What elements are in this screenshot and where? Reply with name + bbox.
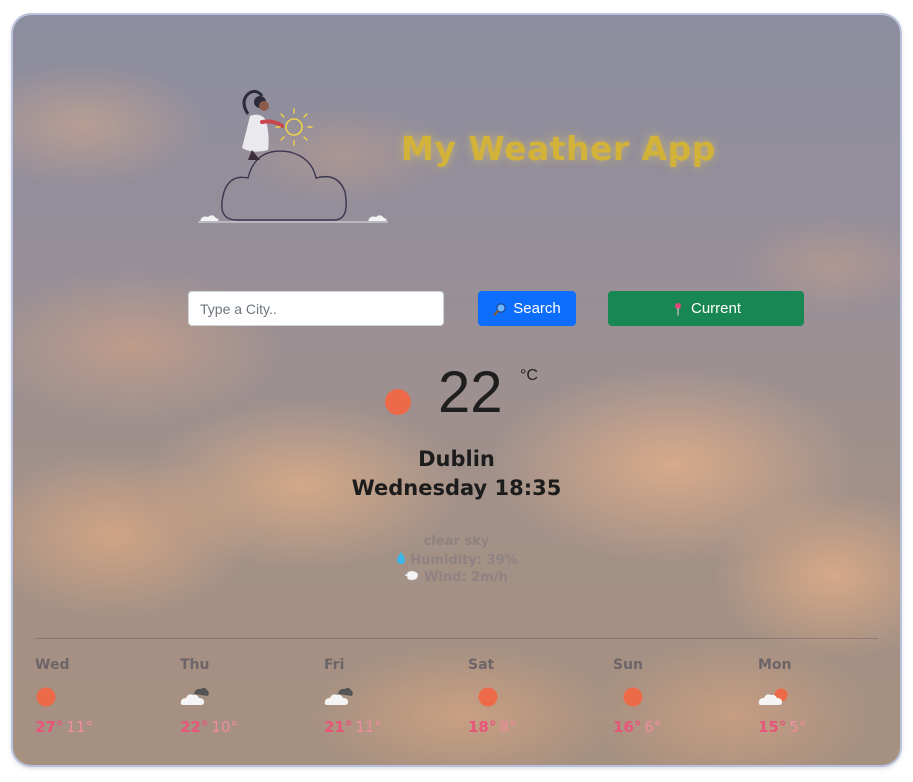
city-search-input[interactable] bbox=[188, 291, 444, 326]
woman-on-cloud-illustration bbox=[198, 89, 388, 223]
wind-face-icon bbox=[405, 569, 421, 586]
current-location-button[interactable]: Current bbox=[608, 291, 804, 326]
temperature-unit[interactable]: °C bbox=[520, 367, 538, 385]
forecast-day-name: Mon bbox=[758, 657, 792, 673]
forecast-max-temp: 16° bbox=[613, 718, 642, 736]
current-button-label: Current bbox=[690, 300, 742, 317]
forecast-day: Wed 27° 11° bbox=[35, 657, 155, 736]
forecast-min-temp: 11° bbox=[66, 718, 93, 736]
sun-icon bbox=[613, 685, 643, 709]
wind-value: Wind: 2m/h bbox=[424, 570, 508, 585]
weather-card: My Weather App Search Current 22 °C Dubl… bbox=[13, 15, 900, 765]
city-name: Dublin bbox=[418, 447, 495, 471]
forecast-max-temp: 27° bbox=[35, 718, 64, 736]
forecast-day-name: Fri bbox=[324, 657, 345, 673]
wind-row: Wind: 2m/h bbox=[13, 569, 900, 586]
forecast-day: Sat 18° 8° bbox=[468, 657, 588, 736]
search-button[interactable]: Search bbox=[478, 291, 576, 326]
search-button-label: Search bbox=[513, 300, 561, 317]
forecast-min-temp: 11° bbox=[355, 718, 382, 736]
broken-clouds-icon bbox=[180, 685, 210, 709]
forecast-day: Mon 15° 5° bbox=[758, 657, 878, 736]
humidity-value: Humidity: 39% bbox=[410, 552, 518, 568]
forecast-min-temp: 5° bbox=[789, 718, 807, 736]
forecast-row: Wed 27° 11° Thu 22° 10° Fri 21° 11° Sat … bbox=[35, 657, 895, 747]
sun-icon bbox=[35, 685, 65, 709]
forecast-min-temp: 10° bbox=[211, 718, 238, 736]
forecast-day: Fri 21° 11° bbox=[324, 657, 444, 736]
forecast-max-temp: 21° bbox=[324, 718, 353, 736]
broken-clouds-icon bbox=[324, 685, 354, 709]
sun-icon bbox=[385, 389, 411, 415]
magnifier-icon bbox=[493, 302, 507, 316]
forecast-max-temp: 22° bbox=[180, 718, 209, 736]
few-clouds-icon bbox=[758, 685, 788, 709]
forecast-day: Sun 16° 6° bbox=[613, 657, 733, 736]
forecast-day-name: Wed bbox=[35, 657, 70, 673]
sun-icon bbox=[468, 685, 498, 709]
forecast-day-name: Thu bbox=[180, 657, 210, 673]
humidity-row: Humidity: 39% bbox=[13, 551, 900, 569]
app-title: My Weather App bbox=[401, 129, 716, 168]
forecast-day-name: Sun bbox=[613, 657, 644, 673]
forecast-day: Thu 22° 10° bbox=[180, 657, 300, 736]
current-temperature: 22 bbox=[438, 360, 503, 425]
weather-description: clear sky bbox=[423, 534, 490, 549]
forecast-min-temp: 8° bbox=[499, 718, 517, 736]
pin-icon bbox=[671, 302, 685, 316]
droplet-icon bbox=[395, 551, 407, 569]
forecast-day-name: Sat bbox=[468, 657, 495, 673]
forecast-max-temp: 18° bbox=[468, 718, 497, 736]
current-datetime: Wednesday 18:35 bbox=[351, 476, 562, 500]
forecast-max-temp: 15° bbox=[758, 718, 787, 736]
forecast-divider bbox=[35, 638, 878, 639]
forecast-min-temp: 6° bbox=[644, 718, 662, 736]
